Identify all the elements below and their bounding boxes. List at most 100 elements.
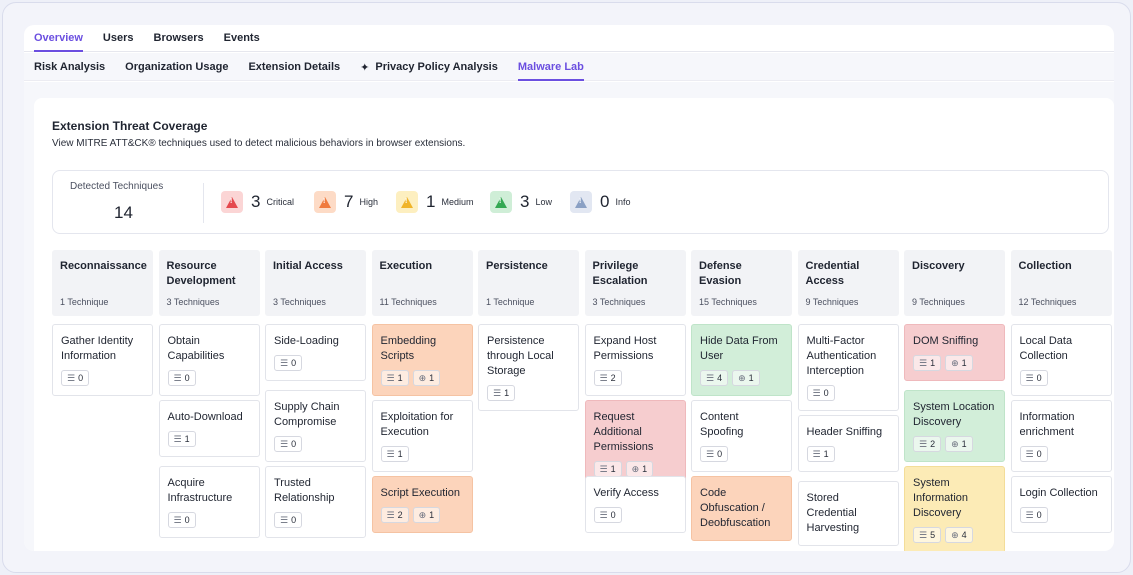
- tab-privacy-policy-analysis[interactable]: ✦ Privacy Policy Analysis: [360, 53, 498, 81]
- severity-medium: 1 Medium: [396, 191, 473, 213]
- technique-card[interactable]: System Location Discovery ☰ 2 ⊕ 1: [904, 390, 1005, 462]
- technique-card[interactable]: Verify Access ☰ 0: [584, 476, 686, 533]
- severity-label: Critical: [266, 197, 294, 207]
- technique-card[interactable]: Stored Credential Harvesting: [797, 481, 899, 546]
- tab-label: Privacy Policy Analysis: [375, 61, 498, 73]
- technique-card[interactable]: Expand Host Permissions ☰ 2: [584, 324, 686, 396]
- technique-chips: ☰ 2 ⊕ 1: [913, 436, 996, 452]
- technique-chips: ☰ 1 ⊕ 1: [593, 461, 677, 477]
- warning-triangle-icon: [314, 191, 336, 213]
- list-icon: ☰: [812, 448, 821, 459]
- tab-organization-usage[interactable]: Organization Usage: [125, 53, 228, 81]
- tactic-name: Reconnaissance: [60, 260, 147, 272]
- chip-value: 1: [823, 449, 829, 459]
- detections-chip: ⊕ 4: [945, 527, 973, 543]
- technique-card[interactable]: Side-Loading ☰ 0: [265, 324, 366, 381]
- technique-card[interactable]: DOM Sniffing ☰ 1 ⊕ 1: [904, 324, 1005, 381]
- warning-triangle-icon: [221, 191, 243, 213]
- detections-chip: ⊕ 1: [732, 370, 760, 386]
- technique-name: Script Execution: [380, 487, 460, 499]
- tactic-technique-count: 15 Techniques: [699, 297, 757, 307]
- tactic-column: Credential Access 9 Techniques Multi-Facto…: [797, 250, 899, 546]
- tab-label: Extension Details: [248, 61, 341, 73]
- technique-name: Auto-Download: [167, 411, 243, 423]
- procedures-chip: ☰ 0: [61, 370, 90, 386]
- tactic-technique-count: 9 Techniques: [805, 297, 859, 307]
- technique-chips: ☰ 1: [487, 385, 570, 401]
- technique-card[interactable]: Persistence through Local Storage ☰ 1: [478, 324, 579, 411]
- chip-value: 0: [1036, 373, 1042, 383]
- technique-name: Header Sniffing: [806, 426, 883, 438]
- procedures-chip: ☰ 1: [380, 370, 409, 386]
- technique-card[interactable]: Login Collection ☰ 0: [1010, 476, 1112, 533]
- severity-label: Low: [535, 197, 552, 207]
- warning-triangle-icon: [490, 191, 512, 213]
- technique-card[interactable]: Code Obfuscation / Deobfuscation: [691, 476, 792, 541]
- tab-users[interactable]: Users: [103, 25, 134, 52]
- technique-card[interactable]: Hide Data From User ☰ 4 ⊕ 1: [691, 324, 792, 396]
- procedures-chip: ☰ 0: [1019, 507, 1048, 523]
- list-icon: ☰: [280, 357, 289, 368]
- technique-name: Content Spoofing: [700, 411, 744, 438]
- technique-chips: ☰ 1: [380, 446, 464, 462]
- tab-overview[interactable]: Overview: [34, 25, 83, 52]
- detected-techniques-count: 14: [114, 203, 133, 222]
- technique-chips: ☰ 0: [274, 355, 357, 371]
- technique-card[interactable]: Obtain Capabilities ☰ 0: [158, 324, 260, 396]
- technique-card[interactable]: Header Sniffing ☰ 1: [797, 415, 899, 472]
- list-icon: ☰: [599, 372, 608, 383]
- detected-techniques-label: Detected Techniques: [70, 181, 164, 192]
- divider: [203, 183, 204, 223]
- technique-card[interactable]: Auto-Download ☰ 1: [158, 400, 260, 457]
- tab-browsers[interactable]: Browsers: [154, 25, 204, 52]
- tactic-name: Privilege Escalation: [592, 260, 648, 287]
- chip-value: 0: [610, 510, 616, 520]
- technique-card[interactable]: Request Additional Permissions ☰ 1 ⊕ 1: [584, 400, 686, 487]
- technique-chips: ☰ 0: [167, 512, 251, 528]
- technique-card[interactable]: Acquire Infrastructure ☰ 0: [158, 466, 260, 538]
- list-icon: ☰: [280, 438, 289, 449]
- tactic-column: Defense Evasion 15 Techniques Hide Data Fr…: [691, 250, 792, 541]
- severity-low: 3 Low: [490, 191, 552, 213]
- technique-card[interactable]: Trusted Relationship ☰ 0: [265, 466, 366, 538]
- technique-card[interactable]: Information enrichment ☰ 0: [1010, 400, 1112, 472]
- technique-card[interactable]: Content Spoofing ☰ 0: [691, 400, 792, 472]
- crosshair-icon: ⊕: [951, 438, 959, 449]
- technique-card[interactable]: Local Data Collection ☰ 0: [1010, 324, 1112, 396]
- tab-events[interactable]: Events: [224, 25, 260, 52]
- chip-value: 1: [504, 388, 510, 398]
- technique-chips: ☰ 2 ⊕ 1: [380, 507, 464, 523]
- technique-name: Verify Access: [593, 487, 659, 499]
- panel-title: Extension Threat Coverage: [52, 119, 208, 133]
- technique-card[interactable]: Embedding Scripts ☰ 1 ⊕ 1: [371, 324, 473, 396]
- technique-card[interactable]: Exploitation for Execution ☰ 1: [371, 400, 473, 472]
- technique-card[interactable]: System Information Discovery ☰ 5 ⊕ 4: [904, 466, 1005, 551]
- list-icon: ☰: [173, 372, 182, 383]
- technique-card[interactable]: Multi-Factor Authentication Interception…: [797, 324, 899, 411]
- tab-label: Organization Usage: [125, 61, 229, 73]
- tab-label: Malware Lab: [517, 61, 584, 73]
- technique-card[interactable]: Script Execution ☰ 2 ⊕ 1: [371, 476, 473, 533]
- detections-chip: ⊕ 1: [945, 436, 973, 452]
- procedures-chip: ☰ 0: [1019, 446, 1048, 462]
- tab-risk-analysis[interactable]: Risk Analysis: [34, 53, 105, 81]
- mitre-matrix: Reconnaissance 1 Technique Gather Identity…: [52, 250, 1114, 551]
- tab-extension-details[interactable]: Extension Details: [248, 53, 340, 81]
- tab-malware-lab[interactable]: Malware Lab: [517, 53, 584, 81]
- procedures-chip: ☰ 2: [913, 436, 942, 452]
- severity-count: 3: [520, 192, 530, 211]
- list-icon: ☰: [280, 514, 289, 525]
- technique-card[interactable]: Supply Chain Compromise ☰ 0: [265, 390, 366, 462]
- technique-name: Embedding Scripts: [380, 335, 437, 362]
- technique-name: Persistence through Local Storage: [487, 335, 554, 377]
- tactic-name: Discovery: [912, 260, 965, 272]
- crosshair-icon: ⊕: [951, 357, 959, 368]
- technique-name: Acquire Infrastructure: [167, 477, 233, 504]
- technique-name: DOM Sniffing: [913, 335, 979, 347]
- procedures-chip: ☰ 0: [167, 370, 196, 386]
- procedures-chip: ☰ 1: [593, 461, 622, 477]
- detections-chip: ⊕ 1: [945, 355, 973, 371]
- technique-card[interactable]: Gather Identity Information ☰ 0: [52, 324, 153, 396]
- tactic-technique-count: 9 Techniques: [912, 297, 965, 307]
- severity-count: 3: [251, 192, 261, 211]
